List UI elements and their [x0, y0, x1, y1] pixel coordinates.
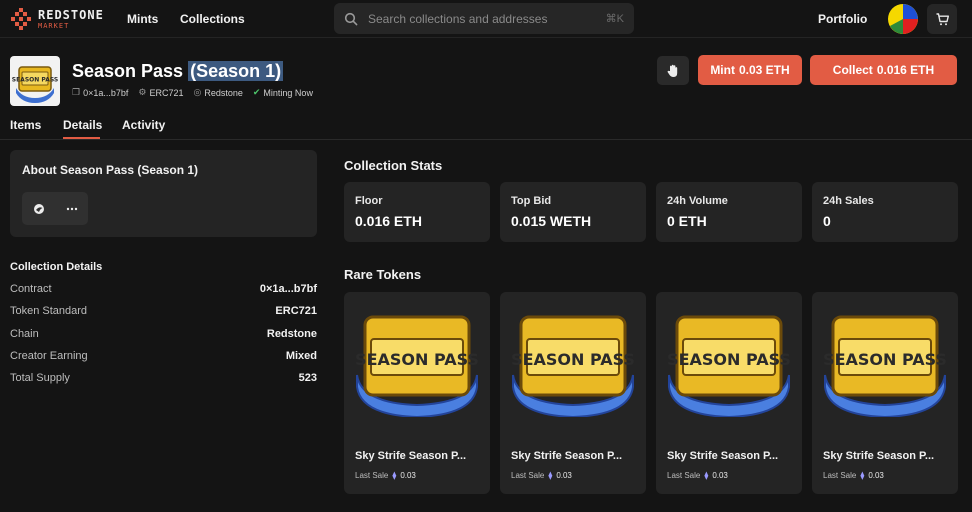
search-shortcut: ⌘K — [605, 13, 624, 25]
svg-text:SEASON PASS: SEASON PASS — [12, 77, 58, 84]
season-pass-image: SEASON PASS — [656, 310, 802, 420]
stats-heading: Collection Stats — [344, 158, 443, 173]
collect-button[interactable]: Collect 0.016 ETH — [810, 55, 957, 85]
cart-button[interactable] — [927, 4, 957, 34]
user-avatar[interactable] — [888, 4, 918, 34]
token-card[interactable]: SEASON PASS Sky Strife Season P... Last … — [500, 292, 646, 494]
title-main: Season Pass — [72, 61, 184, 81]
eth-icon: ⧫ — [704, 471, 709, 480]
details-heading: Collection Details — [10, 261, 103, 273]
meta-chain: ◎ Redstone — [193, 87, 243, 98]
collection-meta: ❐ 0×1a...b7bf ⚙ ERC721 ◎ Redstone ✔ Mint… — [72, 87, 313, 98]
svg-text:SEASON PASS: SEASON PASS — [355, 350, 479, 369]
mint-button[interactable]: Mint 0.03 ETH — [698, 55, 802, 85]
season-pass-image: SEASON PASS — [344, 310, 490, 420]
meta-status: ✔ Minting Now — [252, 87, 313, 98]
page-title: Season Pass (Season 1) — [72, 61, 284, 82]
hand-button[interactable] — [657, 56, 689, 85]
nav-portfolio[interactable]: Portfolio — [818, 12, 867, 26]
hand-icon — [667, 64, 678, 77]
token-card[interactable]: SEASON PASS Sky Strife Season P... Last … — [656, 292, 802, 494]
stat-card-floor: Floor 0.016 ETH — [344, 182, 490, 242]
website-icon — [33, 203, 44, 214]
nav-mints[interactable]: Mints — [127, 12, 158, 26]
season-pass-image: SEASON PASS — [500, 310, 646, 420]
detail-row: Contract 0×1a...b7bf — [10, 283, 317, 295]
cart-icon — [936, 12, 949, 25]
brand-logo[interactable]: REDSTONE MARKET — [10, 8, 104, 30]
token-name: Sky Strife Season P... — [355, 450, 467, 462]
detail-row: Creator Earning Mixed — [10, 350, 317, 362]
gear-icon: ⚙ — [138, 87, 147, 97]
active-tab-indicator — [63, 137, 100, 139]
token-last-sale: Last Sale ⧫ 0.03 — [511, 471, 572, 480]
rare-tokens-heading: Rare Tokens — [344, 267, 422, 282]
redstone-logo-icon — [10, 8, 32, 30]
tab-items[interactable]: Items — [10, 118, 41, 132]
about-card: About Season Pass (Season 1) — [10, 150, 317, 237]
eth-icon: ⧫ — [392, 471, 397, 480]
season-pass-image: SEASON PASS — [812, 310, 958, 420]
season-pass-thumbnail-image: SEASON PASS — [12, 66, 58, 103]
detail-row: Total Supply 523 — [10, 372, 317, 384]
svg-text:SEASON PASS: SEASON PASS — [823, 350, 947, 369]
svg-text:SEASON PASS: SEASON PASS — [511, 350, 635, 369]
check-icon: ✔ — [252, 87, 261, 97]
token-last-sale: Last Sale ⧫ 0.03 — [355, 471, 416, 480]
about-heading: About Season Pass (Season 1) — [22, 163, 199, 177]
copy-icon: ❐ — [72, 87, 81, 97]
detail-row: Token Standard ERC721 — [10, 305, 317, 317]
brand-name: REDSTONE — [38, 7, 104, 22]
eth-icon: ⧫ — [860, 471, 865, 480]
brand-subtitle: MARKET — [38, 21, 70, 30]
meta-contract[interactable]: ❐ 0×1a...b7bf — [72, 87, 128, 98]
svg-text:SEASON PASS: SEASON PASS — [667, 350, 791, 369]
more-icon — [66, 207, 77, 210]
token-name: Sky Strife Season P... — [667, 450, 779, 462]
top-nav: REDSTONE MARKET Mints Collections ⌘K Por… — [0, 0, 972, 38]
stat-card-top-bid: Top Bid 0.015 WETH — [500, 182, 646, 242]
stat-card-sales: 24h Sales 0 — [812, 182, 958, 242]
nav-collections[interactable]: Collections — [180, 12, 245, 26]
more-options-button[interactable] — [66, 207, 78, 211]
meta-standard: ⚙ ERC721 — [138, 87, 184, 98]
tab-activity[interactable]: Activity — [122, 118, 165, 132]
collection-thumbnail: SEASON PASS — [10, 56, 60, 106]
eth-icon: ⧫ — [548, 471, 553, 480]
search-icon — [344, 12, 358, 25]
stat-card-volume: 24h Volume 0 ETH — [656, 182, 802, 242]
about-links — [22, 192, 88, 225]
detail-row: Chain Redstone — [10, 328, 317, 340]
search-input[interactable] — [368, 11, 606, 26]
token-card[interactable]: SEASON PASS Sky Strife Season P... Last … — [812, 292, 958, 494]
token-last-sale: Last Sale ⧫ 0.03 — [823, 471, 884, 480]
website-link[interactable] — [33, 203, 45, 215]
globe-icon: ◎ — [193, 87, 202, 97]
tab-details[interactable]: Details — [63, 118, 102, 132]
title-highlight: (Season 1) — [188, 61, 284, 81]
search-bar[interactable]: ⌘K — [334, 3, 634, 34]
token-name: Sky Strife Season P... — [511, 450, 623, 462]
token-last-sale: Last Sale ⧫ 0.03 — [667, 471, 728, 480]
token-name: Sky Strife Season P... — [823, 450, 935, 462]
tab-bar: Items Details Activity — [0, 112, 972, 140]
token-card[interactable]: SEASON PASS Sky Strife Season P... Last … — [344, 292, 490, 494]
